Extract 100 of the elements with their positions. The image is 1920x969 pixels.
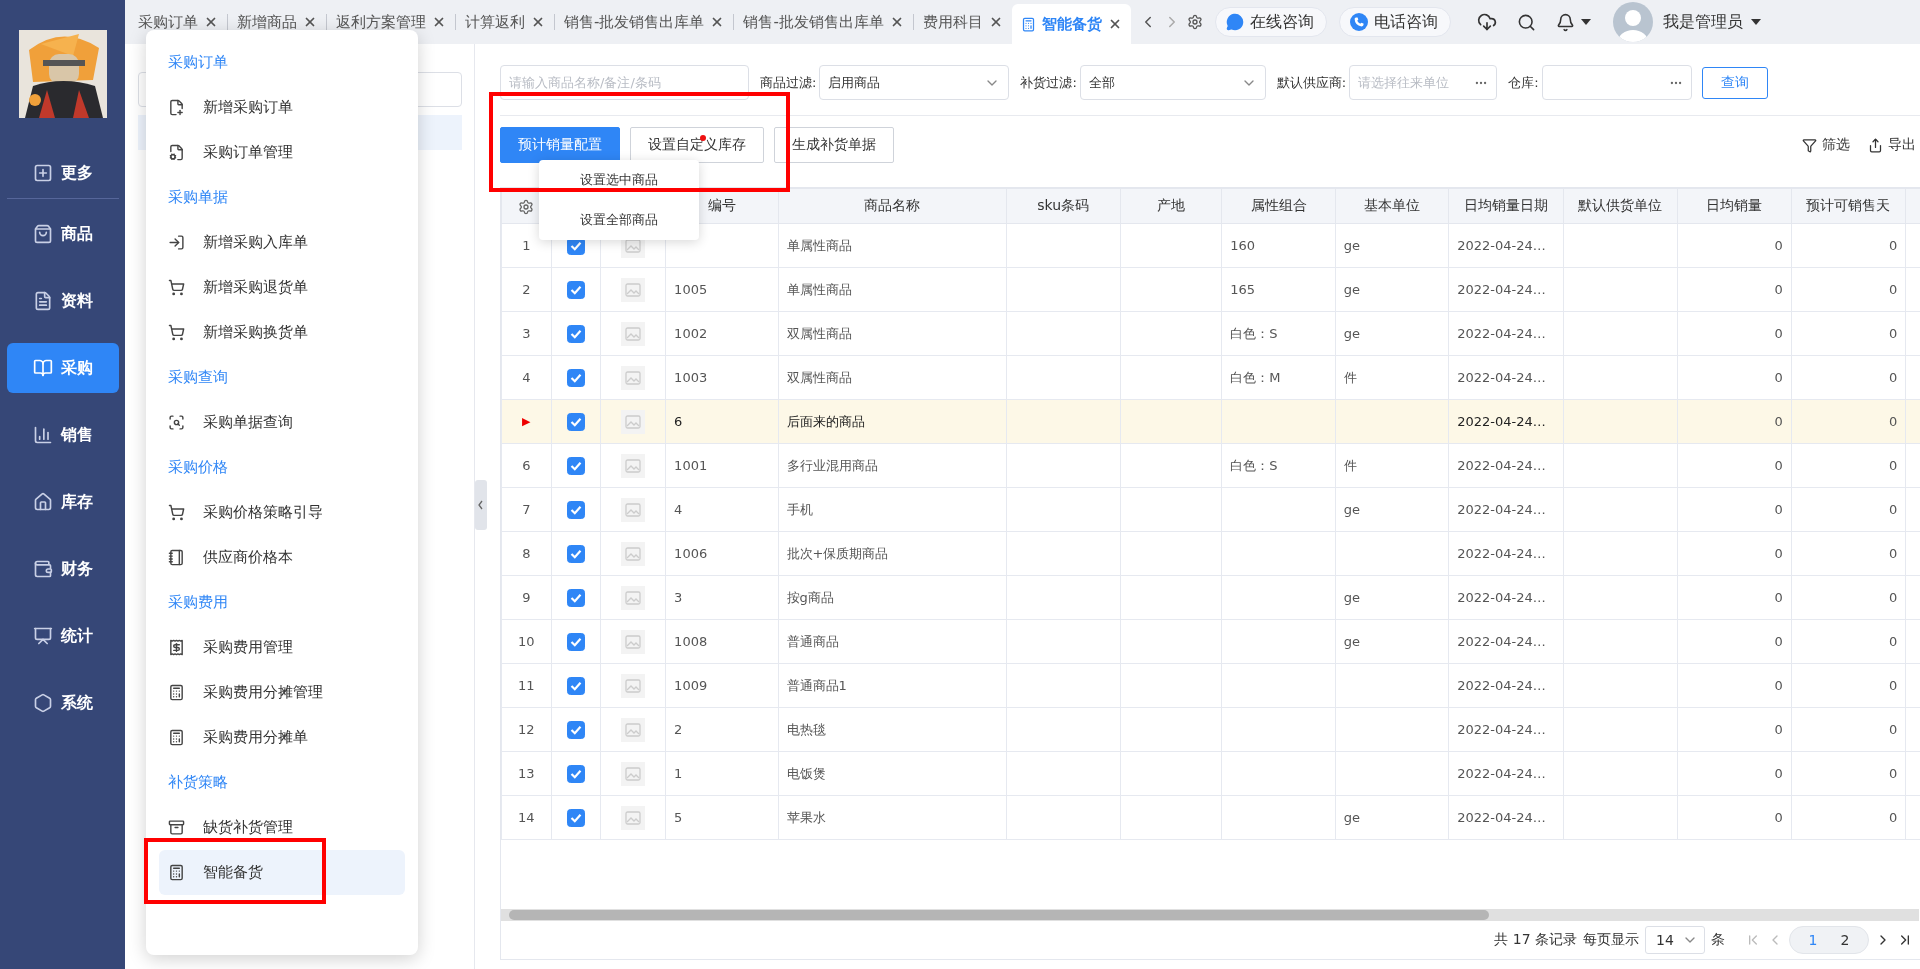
close-icon[interactable] <box>531 15 545 29</box>
column-header[interactable]: sku条码 <box>1006 188 1121 224</box>
column-header[interactable]: 商品名称 <box>778 188 1006 224</box>
column-header[interactable]: 日均销量 <box>1677 188 1792 224</box>
menu-item[interactable]: 智能备货 <box>159 850 405 895</box>
nav-item[interactable]: 库存 <box>6 477 119 527</box>
tab[interactable]: 销售-批发销售出库单 <box>734 0 913 44</box>
restock-filter-select[interactable]: 全部 <box>1079 65 1266 100</box>
tab[interactable]: 计算返利 <box>456 0 554 44</box>
collapse-handle[interactable] <box>475 480 487 530</box>
row-checkbox[interactable] <box>566 412 585 431</box>
toolbar-button[interactable]: 设置自定义库存 <box>630 127 764 163</box>
settings-icon[interactable] <box>518 198 535 215</box>
horizontal-scrollbar[interactable] <box>501 909 1919 921</box>
table-cell: 0 <box>1791 707 1906 752</box>
tab[interactable]: 智能备货 <box>1011 4 1131 44</box>
cloud-icon[interactable] <box>1476 12 1497 32</box>
row-checkbox[interactable] <box>566 324 585 343</box>
settings-icon[interactable] <box>1186 14 1203 30</box>
search-icon[interactable] <box>1516 12 1536 32</box>
menu-item[interactable]: 采购费用分摊单 <box>159 715 405 760</box>
table-row[interactable]: ▶ 6 后面来的商品 2022-04-24… 0 0 <box>501 399 1920 444</box>
tab[interactable]: 新增商品 <box>228 0 326 44</box>
query-button[interactable]: 查询 <box>1701 66 1768 99</box>
menu-item[interactable]: 新增采购订单 <box>159 85 405 130</box>
menu-item[interactable]: 采购费用管理 <box>159 625 405 670</box>
nav-item[interactable]: 更多 <box>6 148 119 198</box>
column-header[interactable]: 产地 <box>1120 188 1222 224</box>
menu-item[interactable]: 供应商价格本 <box>159 535 405 580</box>
filter-link[interactable]: 筛选 <box>1802 136 1850 154</box>
row-checkbox[interactable] <box>566 456 585 475</box>
row-checkbox[interactable] <box>566 544 585 563</box>
close-icon[interactable] <box>303 15 317 29</box>
table-cell: 2022-04-24… <box>1448 487 1564 532</box>
row-checkbox[interactable] <box>566 632 585 651</box>
page-number[interactable]: 2 <box>1830 932 1860 948</box>
table-row[interactable]: 2 1005 单属性商品 165 ge 2022-04-24… 0 0 <box>501 267 1920 312</box>
row-checkbox[interactable] <box>566 500 585 519</box>
table-row[interactable]: 6 1001 多行业混用商品 白色：S 件 2022-04-24… 0 0 <box>501 443 1920 488</box>
nav-item[interactable]: 统计 <box>6 611 119 661</box>
caret-icon[interactable] <box>1580 19 1591 25</box>
table-row[interactable]: 9 3 按g商品 ge 2022-04-24… 0 0 <box>501 575 1920 620</box>
export-link[interactable]: 导出 <box>1868 136 1916 154</box>
menu-item[interactable]: 新增采购退货单 <box>159 265 405 310</box>
menu-item[interactable]: 缺货补货管理 <box>159 805 405 850</box>
row-checkbox[interactable] <box>566 676 585 695</box>
table-cell: 普通商品1 <box>778 663 1006 708</box>
menu-item[interactable]: 采购费用分摊管理 <box>159 670 405 715</box>
consult-button[interactable]: 在线咨询 <box>1214 7 1327 37</box>
column-header[interactable]: 日均销量日期 <box>1448 188 1564 224</box>
row-checkbox[interactable] <box>566 368 585 387</box>
table-row[interactable]: 12 2 电热毯 2022-04-24… 0 0 <box>501 707 1920 752</box>
table-row[interactable]: 11 1009 普通商品1 2022-04-24… 0 0 <box>501 663 1920 708</box>
column-header[interactable]: 基本单位 <box>1335 188 1449 224</box>
consult-button[interactable]: 电话咨询 <box>1338 7 1451 37</box>
user-name[interactable]: 我是管理员 <box>1662 11 1743 33</box>
close-icon[interactable] <box>204 15 218 29</box>
table-cell: ge <box>1335 575 1449 620</box>
table-cell: 2022-04-24… <box>1448 619 1564 664</box>
product-filter-select[interactable]: 启用商品 <box>819 65 1010 100</box>
nav-item[interactable]: 资料 <box>6 276 119 326</box>
row-checkbox[interactable] <box>566 808 585 827</box>
warehouse-field[interactable] <box>1541 65 1692 100</box>
tab[interactable]: 采购订单 <box>129 0 227 44</box>
table-cell: 2022-04-24… <box>1448 311 1564 356</box>
bell-icon[interactable] <box>1555 12 1575 32</box>
table-row[interactable]: 14 5 苹果水 ge 2022-04-24… 0 0 <box>501 795 1920 840</box>
nav-item[interactable]: 采购 <box>6 343 119 393</box>
menu-item[interactable]: 采购单据查询 <box>159 400 405 445</box>
column-header[interactable]: 预计可销售天 <box>1791 188 1906 224</box>
table-cell: 双属性商品 <box>778 311 1006 356</box>
toolbar-button[interactable]: 预计销量配置 <box>500 127 620 163</box>
row-checkbox[interactable] <box>566 720 585 739</box>
column-header[interactable]: 属性组合 <box>1221 188 1336 224</box>
column-header[interactable]: 默认供货单位 <box>1563 188 1678 224</box>
row-checkbox[interactable] <box>566 280 585 299</box>
caret-icon[interactable] <box>1750 19 1761 25</box>
nav-item[interactable]: 销售 <box>6 410 119 460</box>
page-size-select[interactable]: 14 <box>1645 926 1705 954</box>
close-icon[interactable] <box>432 15 446 29</box>
tab[interactable]: 返利方案管理 <box>327 0 455 44</box>
toolbar-button[interactable]: 生成补货单据 <box>774 127 894 163</box>
menu-item[interactable]: 采购价格策略引导 <box>159 490 405 535</box>
table-row[interactable]: 8 1006 批次+保质期商品 2022-04-24… 0 0 <box>501 531 1920 576</box>
table-row[interactable]: 7 4 手机 ge 2022-04-24… 0 0 <box>501 487 1920 532</box>
row-checkbox[interactable] <box>566 588 585 607</box>
row-checkbox[interactable] <box>566 764 585 783</box>
menu-item[interactable]: 采购订单管理 <box>159 130 405 175</box>
table-cell: 2022-04-24… <box>1448 531 1564 576</box>
menu-item[interactable]: 新增采购换货单 <box>159 310 405 355</box>
tab[interactable]: 销售-批发销售出库单 <box>555 0 734 44</box>
menu-item[interactable]: 新增采购入库单 <box>159 220 405 265</box>
table-row[interactable]: 10 1008 普通商品 ge 2022-04-24… 0 0 <box>501 619 1920 664</box>
table-row[interactable]: 4 1003 双属性商品 白色：M 件 2022-04-24… 0 0 <box>501 355 1920 400</box>
table-row[interactable]: 13 1 电饭煲 2022-04-24… 0 0 <box>501 751 1920 796</box>
table-row[interactable]: 3 1002 双属性商品 白色：S ge 2022-04-24… 0 0 <box>501 311 1920 356</box>
tab[interactable]: 费用科目 <box>913 0 1012 44</box>
nav-item[interactable]: 财务 <box>6 544 119 594</box>
nav-item[interactable]: 系统 <box>6 678 119 728</box>
nav-item[interactable]: 商品 <box>6 209 119 259</box>
